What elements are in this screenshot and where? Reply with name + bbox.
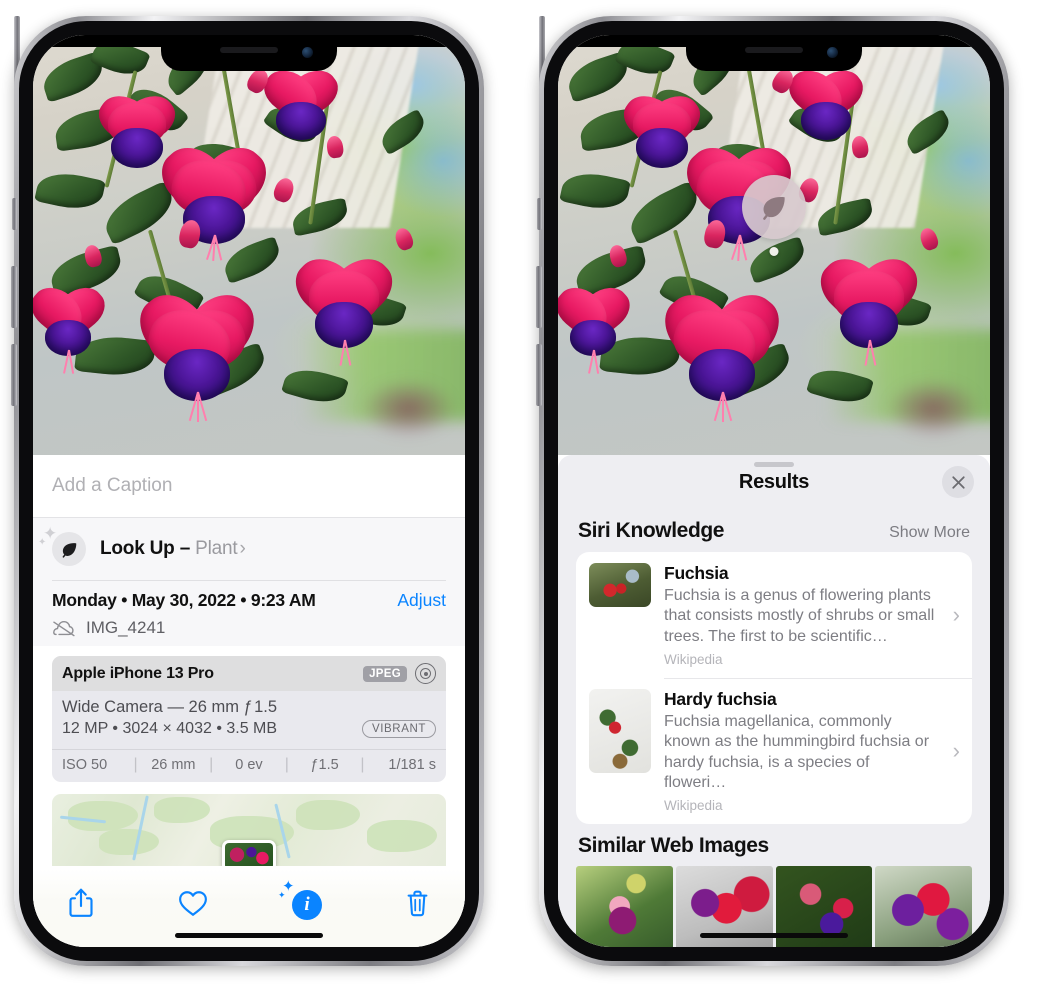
exif-shutter: 1/181 s — [388, 757, 436, 773]
cloud-slash-icon — [53, 620, 75, 636]
photo-foliage — [33, 35, 465, 455]
map-photo-pin[interactable] — [222, 840, 276, 866]
look-up-row[interactable]: ✦ ✦ Look Up – Plant › — [33, 517, 465, 580]
result-source: Wikipedia — [664, 798, 723, 814]
screenshot-stage: Add a Caption ✦ ✦ Look Up – Plant › Mond… — [0, 0, 1055, 985]
similar-web-images-title: Similar Web Images — [578, 834, 769, 858]
web-image-thumbnail[interactable] — [875, 866, 972, 947]
close-button[interactable] — [942, 466, 974, 498]
heart-icon — [179, 890, 207, 916]
show-more-button[interactable]: Show More — [889, 524, 970, 542]
visual-lookup-info-icon: ✦ ✦ i — [278, 879, 322, 920]
results-sheet: Results Siri Knowledge Show More Fuchsia… — [558, 455, 990, 947]
photo-fuchsia-right[interactable] — [558, 35, 990, 455]
share-button[interactable] — [57, 881, 105, 925]
earpiece-speaker — [745, 47, 803, 53]
notch-left — [161, 35, 337, 71]
results-title: Results — [738, 470, 810, 493]
image-size-info: 12 MP • 3024 × 4032 • 3.5 MB — [62, 720, 278, 737]
exif-iso: ISO 50 — [62, 757, 108, 773]
front-camera-icon — [827, 47, 838, 58]
photographic-style-badge: VIBRANT — [361, 720, 436, 738]
raw-lens-icon — [415, 663, 436, 684]
info-glyph: i — [292, 890, 322, 920]
sparkle-icon-small: ✦ — [38, 537, 47, 548]
chevron-right-icon: › — [239, 538, 246, 559]
exif-stats-row: ISO 50 | 26 mm | 0 ev | ƒ1.5 | 1/181 s — [52, 749, 446, 782]
caption-field[interactable]: Add a Caption — [33, 455, 465, 517]
visual-lookup-badge[interactable] — [742, 175, 806, 239]
web-image-thumbnail[interactable] — [576, 866, 673, 947]
format-badge: JPEG — [363, 665, 407, 682]
exif-body: Wide Camera — 26 mm ƒ 1.5 12 MP • 3024 ×… — [52, 691, 446, 744]
sparkle-icon-small: ✦ — [278, 890, 286, 900]
earpiece-speaker — [220, 47, 278, 53]
volume-up-button-right[interactable] — [536, 266, 542, 328]
exif-aperture: ƒ1.5 — [310, 757, 339, 773]
result-title: Hardy fuchsia — [664, 688, 777, 709]
delete-button[interactable] — [393, 881, 441, 925]
close-icon — [951, 475, 965, 489]
photo-foliage — [558, 35, 990, 455]
result-title: Fuchsia — [664, 563, 729, 583]
look-up-title: Look Up — [100, 538, 175, 559]
volume-down-button-right[interactable] — [536, 344, 542, 406]
similar-web-images-header: Similar Web Images — [558, 824, 990, 864]
iphone-left-photos-info: Add a Caption ✦ ✦ Look Up – Plant › Mond… — [11, 16, 484, 966]
leaf-icon — [763, 197, 785, 220]
result-thumbnail — [589, 563, 651, 607]
exif-card[interactable]: Apple iPhone 13 Pro JPEG Wide Camera — 2… — [52, 656, 446, 782]
look-up-label: Look Up – Plant › — [100, 538, 246, 560]
photo-date: Monday • May 30, 2022 • 9:23 AM — [52, 590, 316, 610]
mute-switch-right[interactable] — [537, 198, 542, 230]
result-description: Fuchsia magellanica, commonly known as t… — [664, 712, 930, 791]
camera-device-name: Apple iPhone 13 Pro — [62, 664, 214, 682]
iphone-right-visual-lookup-results: Results Siri Knowledge Show More Fuchsia… — [536, 16, 1009, 966]
volume-up-button-left[interactable] — [11, 266, 17, 328]
mute-switch-left[interactable] — [12, 198, 17, 230]
favorite-button[interactable] — [169, 881, 217, 925]
notch-right — [686, 35, 862, 71]
chevron-right-icon: › — [952, 601, 960, 627]
result-source: Wikipedia — [664, 651, 723, 667]
adjust-button[interactable]: Adjust — [397, 590, 446, 611]
visual-lookup-anchor-dot — [769, 247, 779, 256]
results-header: Results — [558, 455, 990, 509]
exif-focal: 26 mm — [151, 757, 196, 773]
home-indicator-right[interactable] — [700, 933, 848, 938]
siri-knowledge-header: Siri Knowledge Show More — [558, 509, 990, 552]
screen-right: Results Siri Knowledge Show More Fuchsia… — [558, 35, 990, 947]
chevron-right-icon: › — [952, 738, 960, 764]
list-item[interactable]: Fuchsia Fuchsia is a genus of flowering … — [576, 552, 972, 678]
lens-info: Wide Camera — 26 mm ƒ 1.5 — [62, 698, 278, 716]
front-camera-icon — [302, 47, 313, 58]
look-up-subject: Plant — [195, 538, 238, 559]
metadata-block: Monday • May 30, 2022 • 9:23 AM Adjust I… — [33, 580, 465, 646]
exif-ev: 0 ev — [235, 757, 263, 773]
screen-left: Add a Caption ✦ ✦ Look Up – Plant › Mond… — [33, 35, 465, 947]
photo-fuchsia-left[interactable] — [33, 35, 465, 455]
result-description: Fuchsia is a genus of flowering plants t… — [664, 587, 935, 645]
look-up-dash: – — [179, 538, 191, 559]
volume-down-button-left[interactable] — [11, 344, 17, 406]
map-pin-thumbnail — [225, 843, 273, 866]
exif-header: Apple iPhone 13 Pro JPEG — [52, 656, 446, 691]
home-indicator-left[interactable] — [175, 933, 323, 938]
result-thumbnail — [589, 688, 651, 773]
photo-filename: IMG_4241 — [86, 618, 166, 637]
location-map[interactable] — [52, 794, 446, 866]
visual-lookup-info-button[interactable]: ✦ ✦ i — [278, 879, 329, 925]
siri-knowledge-title: Siri Knowledge — [578, 519, 725, 542]
share-icon — [69, 888, 93, 917]
list-item[interactable]: Hardy fuchsia Fuchsia magellanica, commo… — [576, 677, 972, 824]
siri-knowledge-card: Fuchsia Fuchsia is a genus of flowering … — [576, 552, 972, 825]
trash-icon — [407, 890, 427, 916]
leaf-icon: ✦ ✦ — [38, 525, 86, 566]
